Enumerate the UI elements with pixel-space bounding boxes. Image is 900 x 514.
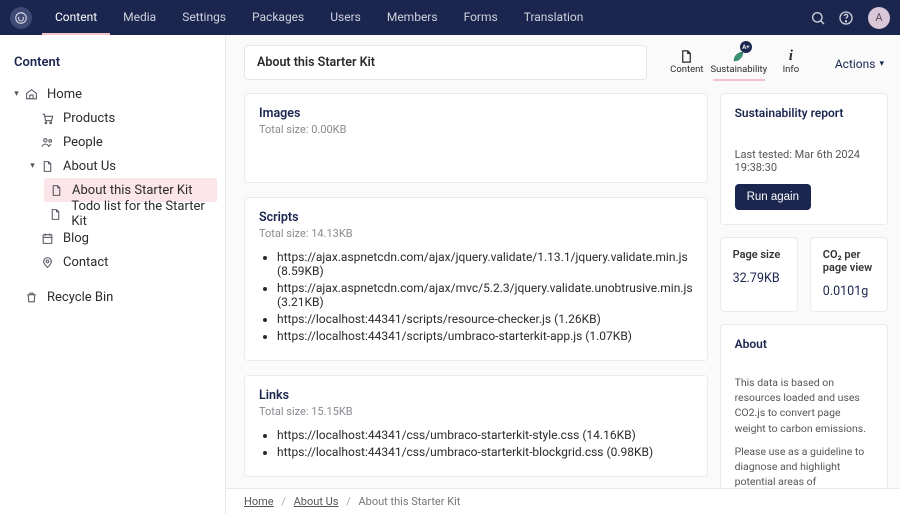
nav-users[interactable]: Users [317,0,374,35]
document-icon [39,158,55,174]
nav-packages[interactable]: Packages [239,0,317,35]
report-title: Sustainability report [735,106,873,120]
stat-label: Page size [733,248,785,261]
about-card: About This data is based on resources lo… [720,324,888,488]
page-size-card: Page size 32.79KB [720,237,798,312]
tree-label: About this Starter Kit [72,183,192,198]
calendar-icon [39,230,55,246]
user-avatar[interactable]: A [868,7,890,29]
resource-item: https://localhost:44341/css/umbraco-star… [277,428,693,442]
resource-item: https://localhost:44341/scripts/resource… [277,312,693,326]
nav-forms[interactable]: Forms [451,0,511,35]
nav-members[interactable]: Members [374,0,451,35]
scripts-panel: Scripts Total size: 14.13KB https://ajax… [244,197,708,361]
tab-info[interactable]: i Info [765,45,817,81]
search-icon[interactable] [804,4,832,32]
about-text: This data is based on resources loaded a… [735,375,873,436]
tree-contact[interactable]: Contact [24,250,217,274]
tab-label: Content [670,64,703,75]
tree-label: About Us [63,159,116,174]
images-panel: Images Total size: 0.00KB [244,93,708,183]
stat-value: 0.0101g [823,284,875,299]
nav-sections: Content Media Settings Packages Users Me… [42,0,596,35]
stat-value: 32.79KB [733,271,785,286]
about-text: Please use as a guideline to diagnose an… [735,444,873,488]
breadcrumb: Home / About Us / About this Starter Kit [226,488,900,514]
sidebar: Content ▾ Home Products People ▾ [0,35,226,514]
tree-home[interactable]: ▾ Home [8,82,217,106]
tree-label: Contact [63,255,108,270]
tab-label: Sustainability [711,64,768,75]
info-icon: i [789,48,793,64]
tab-sustainability[interactable]: A+ Sustainability [713,45,765,81]
nav-translation[interactable]: Translation [511,0,597,35]
actions-menu[interactable]: Actions ▾ [829,45,890,71]
resource-item: https://ajax.aspnetcdn.com/ajax/jquery.v… [277,250,693,278]
document-icon [679,48,694,64]
breadcrumb-home[interactable]: Home [244,495,274,508]
tree-recycle-bin[interactable]: Recycle Bin [8,280,217,304]
nav-media[interactable]: Media [110,0,169,35]
tree-label: Products [63,111,115,126]
panel-title: Links [259,388,693,403]
tree-label: Blog [63,231,89,246]
nav-settings[interactable]: Settings [169,0,239,35]
sustainability-report-card: Sustainability report Last tested: Mar 6… [720,93,888,225]
resource-item: https://localhost:44341/css/umbraco-star… [277,445,693,459]
people-icon [39,134,55,150]
tree-products[interactable]: Products [24,106,217,130]
chevron-down-icon[interactable]: ▾ [12,89,21,99]
panel-title: Scripts [259,210,693,225]
sidebar-title: Content [14,55,211,70]
tab-label: Info [783,64,800,75]
tree-people[interactable]: People [24,130,217,154]
cart-icon [39,110,55,126]
tree-label: People [63,135,103,150]
tree-label: Recycle Bin [47,290,113,305]
document-icon [48,206,63,222]
document-icon [48,182,64,198]
trash-icon [23,289,39,305]
tree-label: Todo list for the Starter Kit [71,199,217,229]
resource-item: https://localhost:44341/scripts/umbraco-… [277,329,693,343]
top-nav: Content Media Settings Packages Users Me… [0,0,900,35]
stat-label: CO₂ per page view [823,248,875,274]
panel-title: Images [259,106,693,121]
tree-label: Home [47,87,82,102]
tree-todo[interactable]: Todo list for the Starter Kit [44,202,217,226]
co2-card: CO₂ per page view 0.0101g [810,237,888,312]
home-icon [23,86,39,102]
tab-content[interactable]: Content [661,45,713,81]
panel-subtitle: Total size: 0.00KB [259,123,693,136]
tree-about-us[interactable]: ▾ About Us [24,154,217,178]
content-area: About this Starter Kit Content A+ Susta [226,35,900,514]
last-tested: Last tested: Mar 6th 2024 19:38:30 [735,148,873,174]
tree-blog[interactable]: Blog [24,226,217,250]
links-panel: Links Total size: 15.15KB https://localh… [244,375,708,477]
help-icon[interactable] [832,4,860,32]
resource-item: https://ajax.aspnetcdn.com/ajax/mvc/5.2.… [277,281,693,309]
leaf-icon [731,48,746,64]
app-logo[interactable] [10,7,32,29]
chevron-down-icon[interactable]: ▾ [28,161,37,171]
run-again-button[interactable]: Run again [735,184,811,210]
pin-icon [39,254,55,270]
nav-content[interactable]: Content [42,0,110,35]
about-title: About [735,337,873,351]
panel-subtitle: Total size: 15.15KB [259,405,693,418]
breadcrumb-about[interactable]: About Us [294,495,339,508]
page-title[interactable]: About this Starter Kit [244,45,647,80]
content-tabs: Content A+ Sustainability i Info [661,45,817,81]
panel-subtitle: Total size: 14.13KB [259,227,693,240]
breadcrumb-current: About this Starter Kit [358,495,460,508]
chevron-down-icon: ▾ [879,59,884,69]
